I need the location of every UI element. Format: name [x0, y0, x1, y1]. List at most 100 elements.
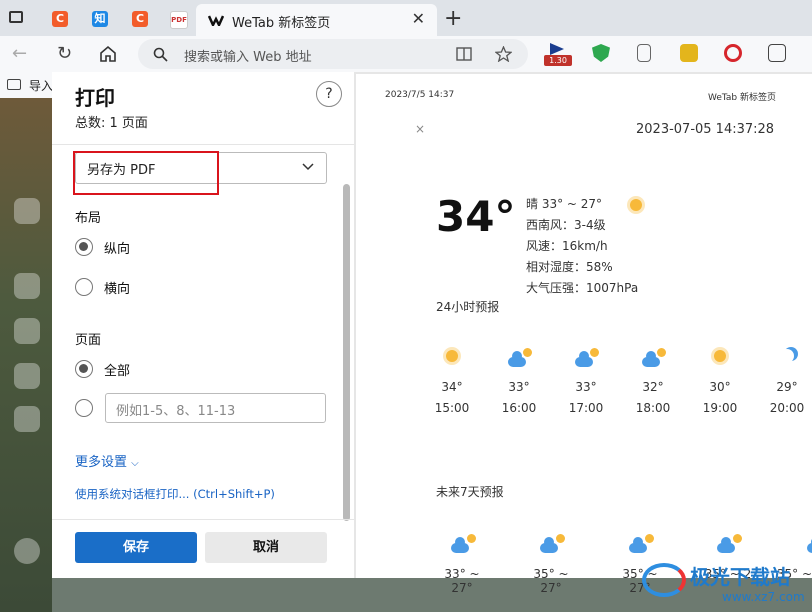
home-icon[interactable] — [99, 45, 117, 62]
hourly-item: 33° 17:00 — [564, 344, 608, 415]
sidebar-add-icon[interactable] — [14, 538, 40, 564]
portrait-radio[interactable] — [75, 238, 93, 256]
partly-cloudy-icon — [788, 529, 812, 555]
close-icon: × — [415, 122, 426, 136]
partly-cloudy-icon — [497, 344, 541, 368]
watermark-logo: 极光下载站 www.xz7.com — [640, 557, 812, 612]
partly-cloudy-icon — [564, 344, 608, 368]
sidebar-stack-icon[interactable] — [14, 363, 40, 389]
system-dialog-link[interactable]: 使用系统对话框打印... (Ctrl+Shift+P) — [75, 486, 275, 502]
all-pages-label: 全部 — [104, 364, 131, 379]
page-count: 总数: 1 页面 — [75, 116, 148, 131]
hourly-time: 18:00 — [635, 401, 671, 415]
address-bar[interactable]: 搜索或输入 Web 地址 — [138, 39, 528, 69]
daily-item: 35° ~ 27° — [521, 529, 581, 595]
daily-range: 33° ~ 27° — [444, 567, 480, 595]
partly-cloudy-icon — [698, 529, 758, 555]
tab-pinned-1[interactable]: C — [45, 5, 75, 32]
pdf-icon: PDF — [170, 11, 188, 29]
landscape-radio[interactable] — [75, 278, 93, 296]
daily-item: 33° ~ 27° — [432, 529, 492, 595]
address-placeholder: 搜索或输入 Web 地址 — [184, 50, 312, 65]
all-pages-radio[interactable] — [75, 360, 93, 378]
hourly-temp: 33° — [508, 380, 530, 394]
preview-header-title: WeTab 新标签页 — [707, 93, 776, 103]
partly-cloudy-icon — [610, 529, 670, 555]
sun-icon — [624, 193, 648, 217]
tab-title: WeTab 新标签页 — [232, 16, 331, 31]
hourly-item: 34° 15:00 — [430, 344, 474, 415]
weather-datetime: 2023-07-05 14:37:28 — [636, 122, 775, 137]
pages-range-input[interactable]: 例如1-5、8、11-13 — [105, 393, 326, 423]
hourly-time: 17:00 — [568, 401, 604, 415]
hourly-temp: 29° — [776, 380, 798, 394]
sidebar-logo-icon[interactable] — [14, 198, 40, 224]
hourly-label: 24小时预报 — [436, 300, 500, 314]
extension-3-icon[interactable] — [637, 44, 651, 62]
hourly-temp: 32° — [642, 380, 664, 394]
extension-4-icon[interactable] — [680, 44, 698, 62]
more-settings-link[interactable]: 更多设置 ⌵ — [75, 451, 139, 470]
close-icon[interactable]: ✕ — [412, 9, 425, 28]
wetab-logo-icon — [208, 15, 224, 26]
favorite-star-icon[interactable] — [495, 46, 512, 62]
hourly-temp: 30° — [709, 380, 731, 394]
wetab-sidebar-background — [0, 98, 52, 612]
layout-label: 布局 — [75, 211, 102, 226]
extensions-puzzle-icon[interactable] — [768, 44, 786, 62]
chevron-down-icon — [302, 163, 314, 171]
weather-condition: 晴 33° ~ 27° — [526, 197, 603, 211]
more-settings-label: 更多设置 — [75, 455, 128, 470]
window-menu-icon[interactable] — [9, 11, 23, 23]
help-button[interactable]: ? — [316, 81, 342, 107]
humidity: 相对湿度：58% — [526, 260, 613, 274]
hourly-item: 30° 19:00 — [698, 344, 742, 415]
tab-pinned-2[interactable]: 知 — [85, 5, 115, 32]
shield-extension-icon[interactable] — [592, 44, 610, 62]
extension-badge: 1.30 — [544, 55, 572, 66]
custom-pages-radio[interactable] — [75, 399, 93, 417]
target-extension-icon[interactable] — [724, 44, 742, 62]
sun-icon — [698, 344, 742, 368]
scrollbar[interactable] — [343, 184, 350, 521]
refresh-icon[interactable]: ↻ — [57, 43, 72, 64]
preview-page: 2023/7/5 14:37 WeTab 新标签页 × 2023-07-05 1… — [356, 74, 812, 595]
print-title: 打印 — [75, 86, 115, 110]
thunder-rain-icon — [432, 529, 492, 555]
back-icon[interactable]: ← — [12, 43, 27, 64]
import-favorites-link[interactable]: 导入 — [29, 77, 53, 94]
favicon-icon: C — [132, 11, 148, 27]
sidebar-home-icon[interactable] — [14, 273, 40, 299]
cancel-button[interactable]: 取消 — [205, 532, 327, 563]
pressure: 大气压强：1007hPa — [526, 281, 639, 295]
hourly-time: 15:00 — [434, 401, 470, 415]
favicon-icon: 知 — [92, 11, 108, 27]
sidebar-edit-icon[interactable] — [14, 318, 40, 344]
tab-active[interactable]: WeTab 新标签页 ✕ — [196, 4, 437, 36]
extension-1-icon[interactable]: 1.30 — [544, 41, 572, 69]
preview-header-date: 2023/7/5 14:37 — [385, 90, 455, 100]
tab-pinned-4[interactable]: PDF — [163, 5, 193, 32]
new-tab-button[interactable]: + — [444, 6, 462, 31]
hourly-time: 20:00 — [769, 401, 805, 415]
hourly-temp: 34° — [441, 380, 463, 394]
daily-range: 35° ~ 27° — [533, 567, 569, 595]
tab-pinned-3[interactable]: C — [125, 5, 155, 32]
moon-icon — [765, 344, 809, 368]
sidebar-bag-icon[interactable] — [14, 406, 40, 432]
import-folder-icon[interactable] — [7, 79, 21, 90]
divider — [52, 519, 354, 520]
divider — [52, 144, 354, 145]
pages-label: 页面 — [75, 333, 102, 348]
pages-range-placeholder: 例如1-5、8、11-13 — [116, 404, 236, 419]
search-icon — [153, 47, 168, 62]
daily-label: 未来7天预报 — [436, 485, 504, 499]
toolbar: ← ↻ 搜索或输入 Web 地址 1.30 — [0, 36, 812, 72]
favicon-icon: C — [52, 11, 68, 27]
reading-view-icon[interactable] — [456, 47, 472, 61]
print-dialog: 打印 总数: 1 页面 ? 另存为 PDF 布局 纵向 横向 页面 全部 例如1… — [52, 72, 355, 578]
save-button[interactable]: 保存 — [75, 532, 197, 563]
current-temp: 34° — [436, 192, 516, 241]
hourly-item: 33° 16:00 — [497, 344, 541, 415]
hourly-time: 16:00 — [501, 401, 537, 415]
